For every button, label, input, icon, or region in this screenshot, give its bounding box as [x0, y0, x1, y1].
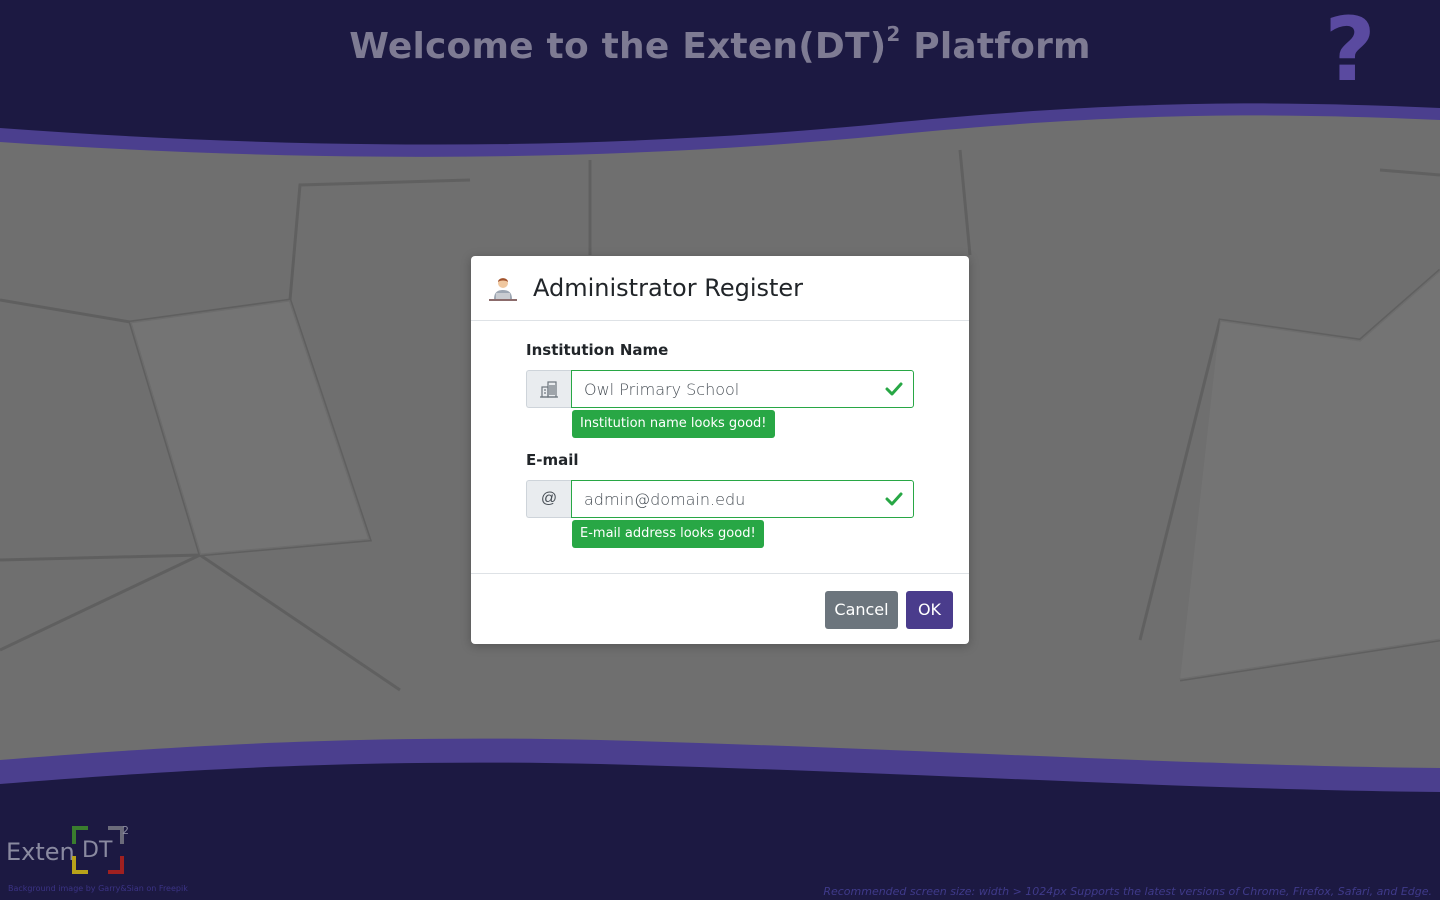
extendt-logo: Exten DT 2 [6, 824, 136, 880]
browser-support-note: Recommended screen size: width > 1024px … [823, 885, 1432, 898]
administrator-icon [489, 278, 517, 301]
cancel-button[interactable]: Cancel [825, 591, 898, 629]
modal-title: Administrator Register [533, 274, 804, 302]
help-icon[interactable]: ? [1318, 4, 1382, 96]
institution-valid-feedback: Institution name looks good! [572, 410, 775, 438]
institution-name-input[interactable]: Owl Primary School [571, 370, 914, 408]
email-value: admin@domain.edu [584, 489, 746, 509]
page-title: Welcome to the Exten(DT)2 Platform [0, 22, 1440, 67]
modal-footer: Cancel OK [471, 574, 969, 644]
logo-dt: DT [82, 838, 113, 863]
page-title-superscript: 2 [886, 22, 901, 46]
institution-name-value: Owl Primary School [584, 379, 740, 399]
logo-superscript: 2 [122, 824, 129, 837]
email-valid-feedback: E-mail address looks good! [572, 520, 764, 548]
modal-body: Institution Name Owl Primary School Inst… [471, 321, 969, 574]
page-title-text: Welcome to the Exten(DT) [349, 26, 887, 67]
email-addon: @ [526, 480, 571, 518]
building-icon [540, 381, 558, 398]
valid-check-icon [885, 382, 903, 396]
ok-button[interactable]: OK [906, 591, 953, 629]
email-group: @ admin@domain.edu [526, 480, 914, 518]
at-symbol-icon: @ [540, 490, 558, 507]
institution-name-group: Owl Primary School [526, 370, 914, 408]
background-credit-link[interactable]: Background image by Garry&Sian on Freepi… [8, 884, 188, 893]
register-modal: Administrator Register Institution Name [471, 256, 969, 644]
valid-check-icon [885, 492, 903, 506]
email-label: E-mail [526, 451, 579, 469]
email-input[interactable]: admin@domain.edu [571, 480, 914, 518]
page-title-suffix: Platform [900, 26, 1091, 67]
logo-text: Exten [6, 838, 75, 866]
institution-name-label: Institution Name [526, 341, 669, 359]
institution-addon [526, 370, 571, 408]
modal-header: Administrator Register [471, 256, 969, 321]
